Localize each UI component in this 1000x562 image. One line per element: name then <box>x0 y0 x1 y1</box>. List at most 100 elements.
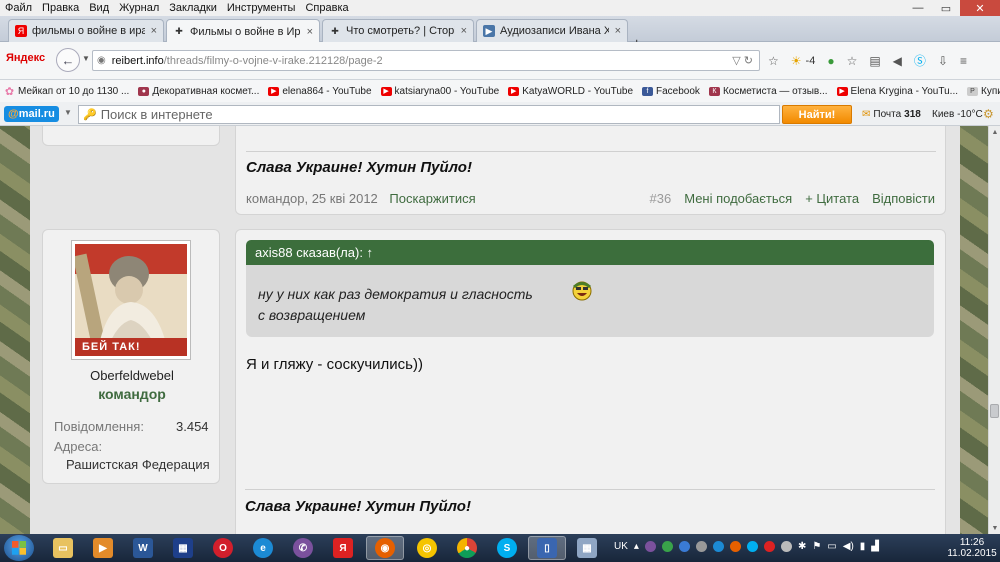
menu-bookmarks[interactable]: Закладки <box>164 2 222 14</box>
tab-audio-records[interactable]: ▶ Аудиозаписи Ивана Хорват... × <box>476 19 628 42</box>
post-number[interactable]: #36 <box>650 191 672 206</box>
taskbar-phone[interactable]: ▯ <box>528 536 566 560</box>
messages-count[interactable]: 3.454 <box>176 419 209 434</box>
quote-header[interactable]: axis88 сказав(ла): ↑ <box>246 240 934 265</box>
menu-view[interactable]: Вид <box>84 2 114 14</box>
taskbar-video-editor[interactable]: ▦ <box>164 536 202 560</box>
bookmark-facebook[interactable]: f Facebook <box>642 86 700 97</box>
bookmark-elena-krygina[interactable]: ▶ Elena Krygina - YouTu... <box>836 86 958 97</box>
taskbar-firefox[interactable]: ◉ <box>366 536 404 560</box>
taskbar-skype[interactable]: S <box>488 536 526 560</box>
menu-help[interactable]: Справка <box>300 2 353 14</box>
minimize-button[interactable]: — <box>904 0 932 16</box>
taskbar-viber[interactable]: ✆ <box>284 536 322 560</box>
search-field[interactable]: 🔑 <box>78 105 780 124</box>
skype-tray-icon[interactable] <box>746 541 758 552</box>
weather-sun-icon[interactable]: ☀ <box>791 54 802 68</box>
mailru-logo[interactable]: @ mail.ru <box>4 106 59 122</box>
download-icon[interactable]: ⇩ <box>938 54 948 68</box>
taskbar-word[interactable]: W <box>124 536 162 560</box>
menu-file[interactable]: Файл <box>0 2 37 14</box>
tab-close-icon[interactable]: × <box>307 26 313 38</box>
bookmark-buy-shoes[interactable]: PКупить женские босо... <box>967 86 1000 97</box>
bluetooth-icon[interactable]: ✱ <box>798 541 806 552</box>
bookmark-katsiaryna00[interactable]: ▶ katsiaryna00 - YouTube <box>380 86 499 97</box>
reply-button[interactable]: Відповісти <box>872 191 935 206</box>
skype-icon[interactable]: Ⓢ <box>914 52 926 69</box>
close-window-button[interactable]: ✕ <box>960 0 1000 16</box>
report-link[interactable]: Поскаржитися <box>389 191 475 206</box>
taskbar-explorer[interactable]: ▭ <box>44 536 82 560</box>
quote-line-1: ну у них как раз демократия и гласность <box>258 286 533 302</box>
maximize-button[interactable]: ▭ <box>932 0 960 16</box>
taskbar-media-player[interactable]: ▶ <box>84 536 122 560</box>
history-dropdown-icon[interactable]: ▼ <box>82 54 90 63</box>
viber-tray-icon[interactable] <box>644 541 656 552</box>
battery-icon[interactable]: ▮ <box>860 541 866 552</box>
scroll-down-icon[interactable]: ▼ <box>989 522 1000 534</box>
taskbar-norton[interactable]: ◎ <box>408 536 446 560</box>
menu-tools[interactable]: Инструменты <box>222 2 301 14</box>
find-button[interactable]: Найти! <box>782 105 852 124</box>
address-bar[interactable]: ◉ reibert.info /threads/filmy-o-vojne-v-… <box>92 50 760 71</box>
bookmark-elena864[interactable]: ▶ elena864 - YouTube <box>268 86 372 97</box>
info-tray-icon[interactable] <box>712 541 724 552</box>
quote-button[interactable]: + Цитата <box>805 191 859 206</box>
favorite-star-icon[interactable]: ☆ <box>847 54 858 68</box>
send-icon[interactable]: ◀ <box>893 54 902 68</box>
mailru-dropdown-icon[interactable]: ▼ <box>64 108 72 117</box>
taskbar-chrome[interactable]: ● <box>448 536 486 560</box>
search-input[interactable] <box>100 107 779 122</box>
flag-icon[interactable]: ⚑ <box>812 541 821 552</box>
site-identity-icon[interactable]: ◉ <box>97 55 106 66</box>
weather-widget[interactable]: Киев -10°C <box>932 109 983 120</box>
bookmark-kosmetista[interactable]: К Косметиста — отзыв... <box>708 86 828 97</box>
orange-tray-icon[interactable] <box>729 541 741 552</box>
post-author[interactable]: командор <box>246 191 304 206</box>
monitor-icon[interactable]: ▭ <box>827 541 836 552</box>
scrollbar-thumb[interactable] <box>990 404 999 418</box>
red-tray-icon[interactable] <box>763 541 775 552</box>
page-scrollbar[interactable]: ▲ ▼ <box>988 126 1000 534</box>
gear-icon[interactable]: ⚙ <box>983 107 994 121</box>
language-indicator[interactable]: UK <box>614 541 628 552</box>
tab-close-icon[interactable]: × <box>461 25 467 37</box>
username[interactable]: Oberfeldwebel <box>43 368 221 383</box>
tab-what-to-watch[interactable]: ✚ Что смотреть? | Сторінка ... × <box>322 19 474 42</box>
bookmark-katyaworld[interactable]: ▶ KatyaWORLD - YouTube <box>508 86 633 97</box>
mail-link[interactable]: ✉ Почта 318 <box>862 109 921 120</box>
menu-edit[interactable]: Правка <box>37 2 84 14</box>
tab-close-icon[interactable]: × <box>615 25 621 37</box>
addon-green-icon[interactable]: ● <box>827 54 834 68</box>
tray-arrow-icon[interactable]: ▴ <box>634 541 639 552</box>
reload-icon[interactable]: ▽ ↻ <box>732 54 753 67</box>
start-button[interactable] <box>4 535 34 561</box>
blue-tray-icon[interactable] <box>678 541 690 552</box>
scroll-up-icon[interactable]: ▲ <box>989 126 1000 138</box>
device-tray-icon[interactable] <box>780 541 792 552</box>
bookmark-cosmetics[interactable]: ● Декоративная космет... <box>138 86 259 97</box>
system-clock[interactable]: 11:26 11.02.2015 <box>944 537 1000 559</box>
volume-icon[interactable]: ◀) <box>843 541 854 552</box>
tab-close-icon[interactable]: × <box>151 25 157 37</box>
taskbar-yandex[interactable]: Я <box>324 536 362 560</box>
taskbar-opera[interactable]: O <box>204 536 242 560</box>
like-button[interactable]: Мені подобається <box>684 191 792 206</box>
network-icon[interactable]: ▟ <box>871 541 879 552</box>
avatar[interactable]: БЕЙ ТАК! <box>71 240 191 360</box>
grey-tray-icon[interactable] <box>695 541 707 552</box>
post-date[interactable]: 25 кві 2012 <box>312 191 378 206</box>
clock-time: 11:26 <box>959 537 985 548</box>
green-tray-icon[interactable] <box>661 541 673 552</box>
menu-history[interactable]: Журнал <box>114 2 164 14</box>
back-button[interactable]: ← <box>56 48 80 72</box>
bookmark-star-icon[interactable]: ☆ <box>768 54 779 68</box>
menu-icon[interactable]: ≡ <box>960 54 967 68</box>
tab-iraq-films-search[interactable]: Я фильмы о войне в ираке ... × <box>8 19 164 42</box>
clipboard-icon[interactable]: ▤ <box>869 54 880 68</box>
yandex-logo[interactable]: Яндекс <box>6 52 45 64</box>
tab-iraq-films-forum[interactable]: ✚ Фильмы о войне в Ираке ... × <box>166 19 320 43</box>
taskbar-calculator[interactable]: ▦ <box>568 536 606 560</box>
bookmark-makeup[interactable]: ✿ Мейкап от 10 до 1130 ... <box>4 86 129 98</box>
taskbar-internet-explorer[interactable]: e <box>244 536 282 560</box>
